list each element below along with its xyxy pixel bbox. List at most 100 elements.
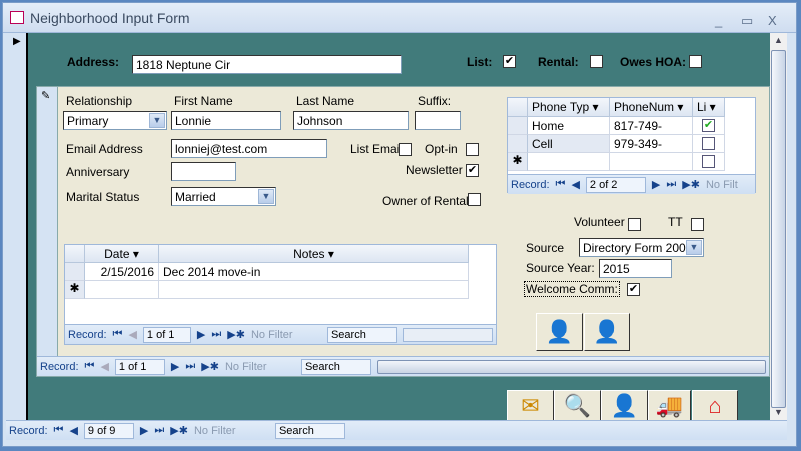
last-name-input[interactable]: Johnson — [293, 111, 409, 130]
new-phone-type-cell[interactable] — [528, 153, 610, 171]
last-record-icon[interactable]: ⏭ — [154, 424, 164, 437]
record-position-input[interactable]: 1 of 1 — [114, 358, 165, 375]
listed-cell[interactable] — [693, 135, 725, 153]
vertical-scrollbar[interactable]: ▲ ▼ — [770, 33, 787, 421]
new-record-icon[interactable]: ▶✱ — [170, 424, 188, 437]
relationship-select[interactable]: Primary ▼ — [63, 111, 167, 130]
column-header-date[interactable]: Date ▾ — [85, 245, 159, 263]
horizontal-scrollbar[interactable] — [376, 359, 766, 374]
record-position-input[interactable]: 1 of 1 — [142, 326, 191, 343]
moving-truck-button[interactable]: 🚚 — [648, 390, 691, 422]
list-checkbox[interactable]: ✔ — [503, 55, 516, 68]
phone-number-cell[interactable]: 817-749-1515 — [610, 117, 693, 147]
column-header-phone-type[interactable]: Phone Typ ▾ — [528, 98, 610, 117]
scroll-thumb[interactable] — [771, 50, 786, 408]
search-input[interactable]: Search — [326, 326, 397, 343]
next-record-icon[interactable]: ▶ — [652, 178, 660, 191]
email-input[interactable]: lonniej@test.com — [171, 139, 327, 158]
new-notes-cell[interactable] — [159, 281, 469, 299]
listed-cell[interactable]: ✔ — [693, 117, 725, 135]
owner-of-rental-checkbox[interactable] — [468, 193, 481, 206]
close-button[interactable]: X — [768, 13, 777, 28]
tt-checkbox[interactable] — [691, 218, 704, 231]
select-all-corner[interactable] — [65, 245, 85, 263]
delete-person-button[interactable]: 👤 — [584, 313, 630, 351]
search-button[interactable]: 🔍 — [554, 390, 601, 422]
record-position-input[interactable]: 2 of 2 — [585, 176, 646, 193]
home-button[interactable]: ⌂ — [692, 390, 738, 422]
row-selector[interactable] — [508, 117, 528, 135]
date-cell[interactable]: 2/15/2016 — [85, 263, 159, 281]
no-filter-button[interactable]: No Filter — [225, 361, 295, 373]
subform-record-selector[interactable]: ✎ — [37, 87, 58, 356]
maximize-button[interactable]: ▭ — [741, 13, 753, 29]
first-record-icon[interactable]: ⏮ — [556, 178, 566, 191]
first-record-icon[interactable]: ⏮ — [113, 328, 123, 341]
address-input[interactable]: 1818 Neptune Cir — [132, 55, 402, 74]
chevron-down-icon[interactable]: ▼ — [149, 113, 165, 128]
no-filter-button[interactable]: No Filter — [251, 329, 321, 341]
select-all-corner[interactable] — [508, 98, 528, 117]
list-email-label: List Email — [350, 142, 403, 156]
volunteer-checkbox[interactable] — [628, 218, 641, 231]
list-email-checkbox[interactable] — [399, 143, 412, 156]
optin-checkbox[interactable] — [466, 143, 479, 156]
chevron-down-icon[interactable]: ▼ — [686, 240, 702, 255]
new-record-icon[interactable]: ▶✱ — [201, 360, 219, 373]
email-button[interactable]: ✉ — [507, 390, 554, 422]
next-record-icon[interactable]: ▶ — [197, 328, 205, 341]
notes-cell[interactable]: Dec 2014 move-in — [159, 263, 469, 281]
newsletter-checkbox[interactable]: ✔ — [466, 164, 479, 177]
listed-checkbox[interactable] — [702, 137, 715, 150]
no-filter-button[interactable]: No Filt — [706, 179, 738, 191]
first-record-icon[interactable]: ⏮ — [54, 424, 64, 437]
search-input[interactable]: Search — [300, 358, 371, 375]
add-person-button[interactable]: 👤 — [601, 390, 648, 422]
first-record-icon[interactable]: ⏮ — [85, 360, 95, 373]
no-filter-button[interactable]: No Filter — [194, 425, 269, 437]
prev-record-icon[interactable]: ◀ — [571, 178, 579, 191]
chevron-down-icon[interactable]: ▼ — [258, 189, 274, 204]
horizontal-scrollbar[interactable] — [402, 327, 493, 342]
phone-number-cell[interactable]: 979-349-1515 — [610, 135, 693, 165]
owes-hoa-checkbox[interactable] — [689, 55, 702, 68]
add-person-button[interactable]: 👤 — [536, 313, 583, 351]
last-record-icon[interactable]: ⏭ — [666, 178, 676, 191]
notes-datasheet: Date ▾ Notes ▾ 2/15/2016 Dec 2014 move-i… — [64, 244, 497, 345]
rental-checkbox[interactable] — [590, 55, 603, 68]
column-header-notes[interactable]: Notes ▾ — [159, 245, 469, 263]
new-listed-cell[interactable] — [693, 153, 725, 171]
listed-checkbox[interactable]: ✔ — [702, 119, 715, 132]
prev-record-icon[interactable]: ◀ — [69, 424, 77, 437]
welcome-comm-checkbox[interactable]: ✔ — [627, 283, 640, 296]
record-selector-arrow-icon[interactable]: ▶ — [13, 36, 21, 47]
phone-type-cell[interactable]: Home — [528, 117, 610, 135]
row-selector[interactable] — [508, 135, 528, 153]
prev-record-icon[interactable]: ◀ — [128, 328, 136, 341]
record-position-input[interactable]: 9 of 9 — [83, 422, 134, 439]
new-date-cell[interactable] — [85, 281, 159, 299]
owes-hoa-label: Owes HOA: — [620, 55, 687, 69]
new-record-icon[interactable]: ▶✱ — [682, 178, 700, 191]
column-header-listed[interactable]: Li ▾ — [693, 98, 725, 117]
new-phone-number-cell[interactable] — [610, 153, 693, 171]
search-input[interactable]: Search — [274, 422, 345, 439]
source-year-input[interactable]: 2015 — [599, 259, 672, 278]
first-name-input[interactable]: Lonnie — [171, 111, 281, 130]
minimize-button[interactable]: _ — [715, 13, 722, 28]
next-record-icon[interactable]: ▶ — [140, 424, 148, 437]
marital-status-select[interactable]: Married ▼ — [171, 187, 276, 206]
phone-type-cell[interactable]: Cell — [528, 135, 610, 153]
last-record-icon[interactable]: ⏭ — [185, 360, 195, 373]
scroll-down-icon[interactable]: ▼ — [774, 407, 783, 417]
last-record-icon[interactable]: ⏭ — [211, 328, 221, 341]
next-record-icon[interactable]: ▶ — [171, 360, 179, 373]
source-select[interactable]: Directory Form 2006+ ▼ — [579, 238, 704, 257]
suffix-input[interactable] — [415, 111, 461, 130]
scroll-up-icon[interactable]: ▲ — [774, 35, 783, 45]
prev-record-icon[interactable]: ◀ — [100, 360, 108, 373]
anniversary-input[interactable] — [171, 162, 236, 181]
new-record-icon[interactable]: ▶✱ — [227, 328, 245, 341]
row-selector[interactable] — [65, 263, 85, 281]
column-header-phone-number[interactable]: PhoneNum ▾ — [610, 98, 693, 117]
